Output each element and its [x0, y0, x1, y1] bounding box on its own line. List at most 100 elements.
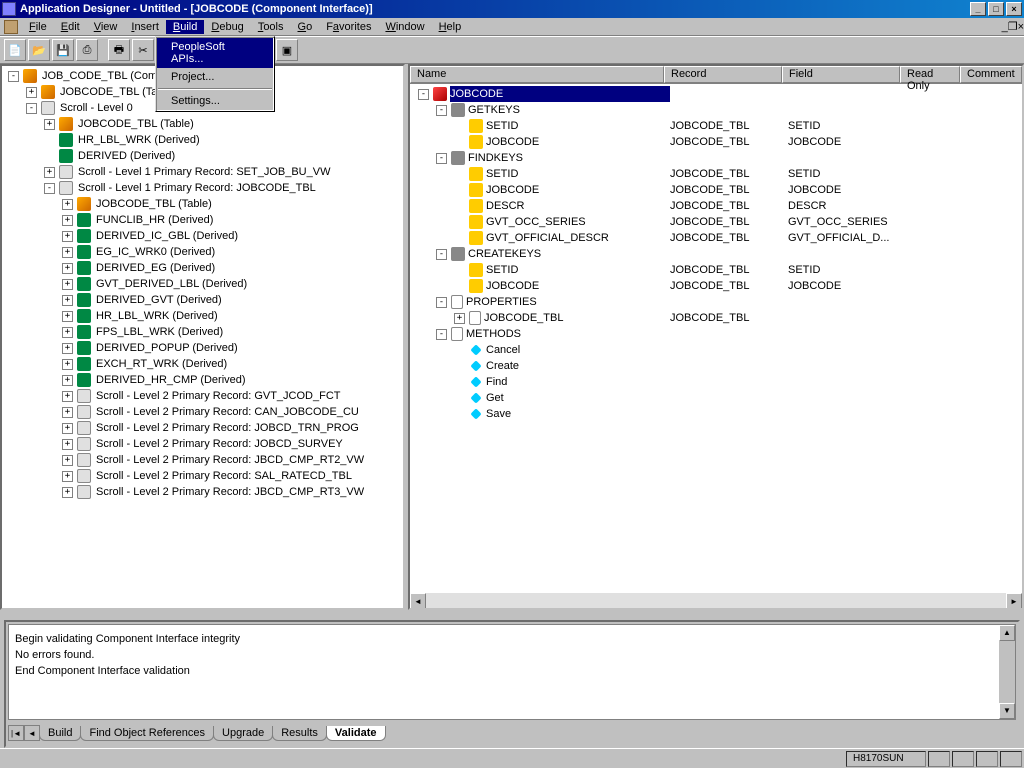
expander-icon[interactable]: +: [62, 407, 73, 418]
expander-icon[interactable]: +: [44, 167, 55, 178]
misc-button-3[interactable]: ▣: [276, 39, 298, 61]
col-name[interactable]: Name: [410, 66, 664, 83]
expander-icon[interactable]: +: [62, 279, 73, 290]
expander-icon[interactable]: +: [62, 423, 73, 434]
col-comment[interactable]: Comment: [960, 66, 1022, 83]
mdi-close-button[interactable]: ×: [1018, 21, 1024, 33]
ci-row[interactable]: DESCRJOBCODE_TBLDESCR: [412, 198, 1022, 214]
expander-icon[interactable]: -: [8, 71, 19, 82]
ci-row[interactable]: JOBCODEJOBCODE_TBLJOBCODE: [412, 134, 1022, 150]
ci-row[interactable]: -FINDKEYS: [412, 150, 1022, 166]
tree-row[interactable]: +EXCH_RT_WRK (Derived): [4, 356, 403, 372]
expander-icon[interactable]: +: [62, 247, 73, 258]
tree-row[interactable]: +Scroll - Level 2 Primary Record: JOBCD_…: [4, 436, 403, 452]
ci-row[interactable]: SETIDJOBCODE_TBLSETID: [412, 118, 1022, 134]
ci-row[interactable]: -CREATEKEYS: [412, 246, 1022, 262]
col-readonly[interactable]: Read Only: [900, 66, 960, 83]
tab-find-refs[interactable]: Find Object References: [80, 726, 214, 741]
ci-row[interactable]: Cancel: [412, 342, 1022, 358]
scroll-right-icon[interactable]: ►: [1006, 593, 1022, 609]
menu-window[interactable]: Window: [378, 20, 431, 34]
menu-favorites[interactable]: Favorites: [319, 20, 378, 34]
tab-nav-first[interactable]: |◄: [8, 725, 24, 741]
expander-icon[interactable]: +: [62, 263, 73, 274]
expander-icon[interactable]: +: [62, 199, 73, 210]
tab-nav-prev[interactable]: ◄: [24, 725, 40, 741]
expander-icon[interactable]: -: [26, 103, 37, 114]
expander-icon[interactable]: +: [62, 391, 73, 402]
menu-project[interactable]: Project...: [157, 68, 273, 86]
close-button[interactable]: ×: [1006, 2, 1022, 16]
tree-row[interactable]: DERIVED (Derived): [4, 148, 403, 164]
scroll-up-icon[interactable]: ▲: [999, 625, 1015, 641]
ci-row[interactable]: -PROPERTIES: [412, 294, 1022, 310]
menu-tools[interactable]: Tools: [251, 20, 291, 34]
ci-row[interactable]: SETIDJOBCODE_TBLSETID: [412, 166, 1022, 182]
saveall-button[interactable]: ⎙: [76, 39, 98, 61]
ci-row[interactable]: Find: [412, 374, 1022, 390]
menu-settings[interactable]: Settings...: [157, 92, 273, 110]
scroll-down-icon[interactable]: ▼: [999, 703, 1015, 719]
new-button[interactable]: 📄: [4, 39, 26, 61]
tree-row[interactable]: +GVT_DERIVED_LBL (Derived): [4, 276, 403, 292]
expander-icon[interactable]: +: [62, 295, 73, 306]
tree-row[interactable]: +JOBCODE_TBL (Table): [4, 116, 403, 132]
minimize-button[interactable]: _: [970, 2, 986, 16]
expander-icon[interactable]: +: [26, 87, 37, 98]
save-button[interactable]: 💾: [52, 39, 74, 61]
ci-row[interactable]: Get: [412, 390, 1022, 406]
expander-icon[interactable]: +: [62, 343, 73, 354]
expander-icon[interactable]: +: [62, 439, 73, 450]
tree-row[interactable]: +Scroll - Level 2 Primary Record: JBCD_C…: [4, 484, 403, 500]
tree-row[interactable]: +Scroll - Level 2 Primary Record: GVT_JC…: [4, 388, 403, 404]
tree-row[interactable]: +DERIVED_IC_GBL (Derived): [4, 228, 403, 244]
expander-icon[interactable]: -: [44, 183, 55, 194]
expander-icon[interactable]: +: [62, 375, 73, 386]
expander-icon[interactable]: +: [62, 455, 73, 466]
ci-tree[interactable]: -JOBCODE-GETKEYSSETIDJOBCODE_TBLSETIDJOB…: [410, 84, 1022, 592]
ci-row[interactable]: JOBCODEJOBCODE_TBLJOBCODE: [412, 182, 1022, 198]
menu-insert[interactable]: Insert: [124, 20, 166, 34]
tree-row[interactable]: +DERIVED_POPUP (Derived): [4, 340, 403, 356]
tab-build[interactable]: Build: [39, 726, 81, 741]
tree-row[interactable]: +FUNCLIB_HR (Derived): [4, 212, 403, 228]
expander-icon[interactable]: +: [44, 119, 55, 130]
expander-icon[interactable]: -: [436, 105, 447, 116]
ci-row[interactable]: -JOBCODE: [412, 86, 1022, 102]
ci-row[interactable]: Create: [412, 358, 1022, 374]
expander-icon[interactable]: +: [62, 311, 73, 322]
print-button[interactable]: 🖶: [108, 39, 130, 61]
expander-icon[interactable]: -: [436, 329, 447, 340]
tab-upgrade[interactable]: Upgrade: [213, 726, 273, 741]
expander-icon[interactable]: +: [62, 327, 73, 338]
expander-icon[interactable]: +: [62, 215, 73, 226]
tree-row[interactable]: +EG_IC_WRK0 (Derived): [4, 244, 403, 260]
menu-file[interactable]: File: [22, 20, 54, 34]
expander-icon[interactable]: +: [454, 313, 465, 324]
output-text[interactable]: Begin validating Component Interface int…: [8, 624, 1016, 720]
ci-row[interactable]: Save: [412, 406, 1022, 422]
tree-row[interactable]: HR_LBL_WRK (Derived): [4, 132, 403, 148]
tree-row[interactable]: +Scroll - Level 2 Primary Record: JOBCD_…: [4, 420, 403, 436]
tree-row[interactable]: +Scroll - Level 2 Primary Record: JBCD_C…: [4, 452, 403, 468]
tab-validate[interactable]: Validate: [326, 726, 386, 741]
expander-icon[interactable]: +: [62, 359, 73, 370]
col-field[interactable]: Field: [782, 66, 900, 83]
menu-view[interactable]: View: [87, 20, 125, 34]
tree-row[interactable]: +DERIVED_GVT (Derived): [4, 292, 403, 308]
menu-edit[interactable]: Edit: [54, 20, 87, 34]
expander-icon[interactable]: -: [436, 249, 447, 260]
tree-row[interactable]: +DERIVED_HR_CMP (Derived): [4, 372, 403, 388]
component-tree[interactable]: -JOB_CODE_TBL (Component)+JOBCODE_TBL (T…: [2, 66, 403, 502]
expander-icon[interactable]: +: [62, 231, 73, 242]
tree-row[interactable]: -Scroll - Level 1 Primary Record: JOBCOD…: [4, 180, 403, 196]
cut-button[interactable]: ✂: [132, 39, 154, 61]
menu-peoplesoft-apis[interactable]: PeopleSoft APIs...: [157, 38, 273, 68]
expander-icon[interactable]: -: [436, 297, 447, 308]
output-vscroll[interactable]: ▲ ▼: [999, 625, 1015, 719]
expander-icon[interactable]: +: [62, 471, 73, 482]
menu-build[interactable]: Build: [166, 20, 204, 34]
expander-icon[interactable]: +: [62, 487, 73, 498]
ci-row[interactable]: SETIDJOBCODE_TBLSETID: [412, 262, 1022, 278]
col-record[interactable]: Record: [664, 66, 782, 83]
